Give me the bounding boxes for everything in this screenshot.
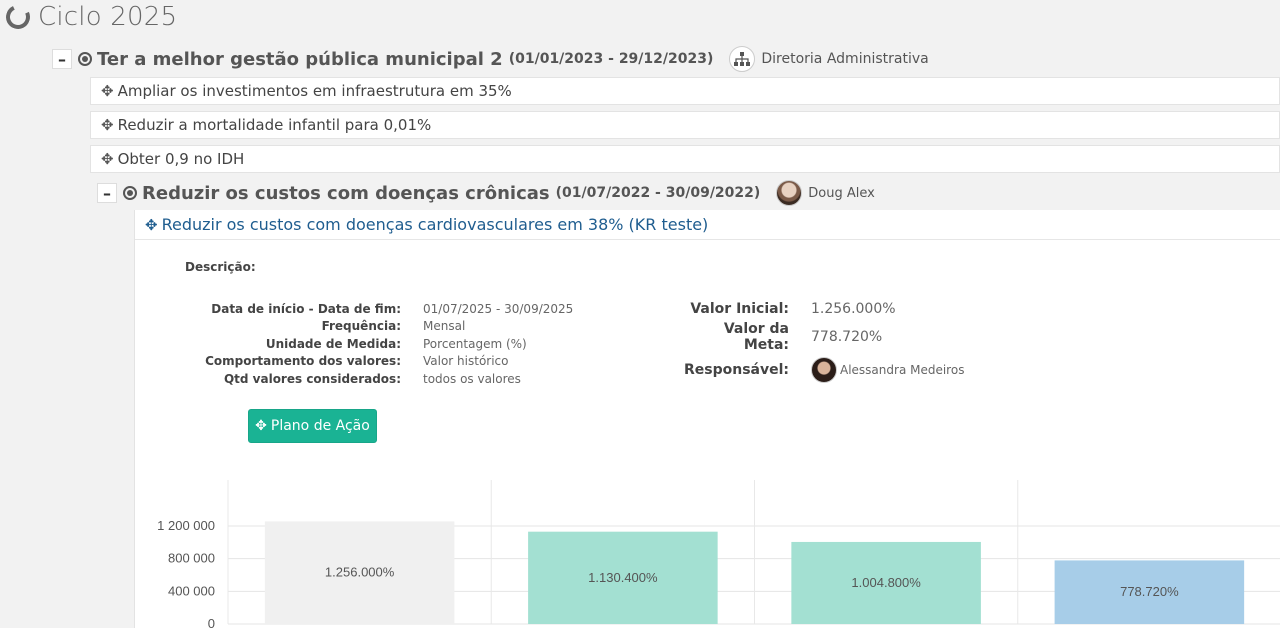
info-value: Porcentagem (%) (423, 336, 527, 351)
bar-value-label: 1.256.000% (325, 565, 395, 580)
cycle-title: Ciclo 2025 (38, 2, 178, 32)
key-result-detail-header[interactable]: ✥ Reduzir os custos com doenças cardiova… (135, 210, 1280, 240)
objective-row: – Ter a melhor gestão pública municipal … (52, 45, 929, 73)
info-label: Comportamento dos valores: (205, 354, 401, 369)
avatar (811, 357, 837, 383)
avatar (776, 180, 803, 206)
action-plan-label: Plano de Ação (270, 418, 370, 434)
key-result-row[interactable]: ✥ Reduzir a mortalidade infantil para 0,… (90, 111, 1280, 139)
initial-value: 1.256.000% (811, 300, 896, 317)
objective-title[interactable]: Reduzir os custos com doenças crônicas (142, 183, 550, 204)
info-label: Frequência: (321, 319, 401, 334)
bar-value-label: 1.130.400% (588, 570, 658, 585)
info-value: todos os valores (423, 371, 521, 386)
target-icon (123, 186, 137, 200)
info-row: Data de início - Data de fim: 01/07/2025… (135, 300, 605, 318)
info-label: Unidade de Medida: (265, 336, 401, 351)
responsible-value: Alessandra Medeiros (811, 357, 964, 383)
objective-title[interactable]: Ter a melhor gestão pública municipal 2 (97, 49, 503, 70)
cycle-ring-icon (2, 1, 34, 33)
crosshair-icon: ✥ (145, 215, 158, 234)
progress-bar-chart: 0 400 000 800 000 1 200 000 1.256.000% 1.130.… (157, 480, 1280, 628)
key-result-info: Data de início - Data de fim: 01/07/2025… (135, 300, 605, 388)
target-value-label: Valor da Meta: (723, 321, 789, 353)
responsible-name: Alessandra Medeiros (840, 363, 965, 377)
key-result-label: Reduzir a mortalidade infantil para 0,01… (117, 116, 432, 134)
collapse-toggle[interactable]: – (52, 49, 72, 69)
initial-value-row: Valor Inicial: 1.256.000% (675, 300, 1075, 317)
cycle-header: Ciclo 2025 (2, 0, 178, 34)
target-value: 778.720% (811, 329, 883, 345)
info-label: Data de início - Data de fim: (211, 301, 401, 316)
target-value-row: Valor da Meta: 778.720% (675, 321, 1075, 353)
info-value: Valor histórico (423, 354, 509, 369)
key-result-label: Ampliar os investimentos em infraestrutu… (117, 82, 512, 100)
crosshair-icon: ✥ (101, 116, 114, 134)
info-value: 01/07/2025 - 30/09/2025 (423, 301, 574, 316)
info-row: Frequência: Mensal (135, 318, 605, 336)
description-label: Descrição: (185, 260, 256, 274)
crosshair-icon: ✥ (255, 418, 267, 434)
crosshair-icon: ✥ (101, 82, 114, 100)
crosshair-icon: ✥ (101, 150, 114, 168)
y-tick-label: 800 000 (168, 551, 215, 566)
responsible-row: Responsável: Alessandra Medeiros (675, 357, 1075, 383)
objective-owner: Doug Alex (808, 185, 875, 201)
key-result-detail-title: Reduzir os custos com doenças cardiovasc… (161, 215, 709, 234)
objective-row: – Reduzir os custos com doenças crônicas… (97, 179, 875, 207)
key-result-values: Valor Inicial: 1.256.000% Valor da Meta:… (675, 300, 1075, 387)
key-result-row[interactable]: ✥ Ampliar os investimentos em infraestru… (90, 77, 1280, 105)
initial-value-label: Valor Inicial: (690, 300, 789, 317)
responsible-label: Responsável: (683, 362, 789, 378)
info-row: Unidade de Medida: Porcentagem (%) (135, 335, 605, 353)
objective-dates: (01/01/2023 - 29/12/2023) (508, 51, 714, 67)
y-tick-label: 0 (208, 616, 215, 628)
collapse-toggle[interactable]: – (97, 183, 117, 203)
objective-owner: Diretoria Administrativa (761, 51, 929, 67)
info-row: Qtd valores considerados: todos os valor… (135, 370, 605, 388)
key-result-detail-panel: ✥ Reduzir os custos com doenças cardiova… (134, 210, 1280, 628)
objective-dates: (01/07/2022 - 30/09/2022) (555, 185, 761, 201)
action-plan-button[interactable]: ✥ Plano de Ação (248, 409, 377, 443)
y-tick-label: 400 000 (168, 583, 215, 598)
y-tick-label: 1 200 000 (157, 518, 215, 533)
target-icon (78, 52, 92, 66)
bar-value-label: 1.004.800% (851, 575, 921, 590)
key-result-label: Obter 0,9 no IDH (117, 150, 245, 168)
bar-value-label: 778.720% (1120, 584, 1179, 599)
key-result-row[interactable]: ✥ Obter 0,9 no IDH (90, 145, 1280, 173)
org-chart-icon (729, 46, 756, 72)
info-label: Qtd valores considerados: (223, 371, 401, 386)
info-value: Mensal (423, 319, 466, 334)
info-row: Comportamento dos valores: Valor históri… (135, 353, 605, 371)
